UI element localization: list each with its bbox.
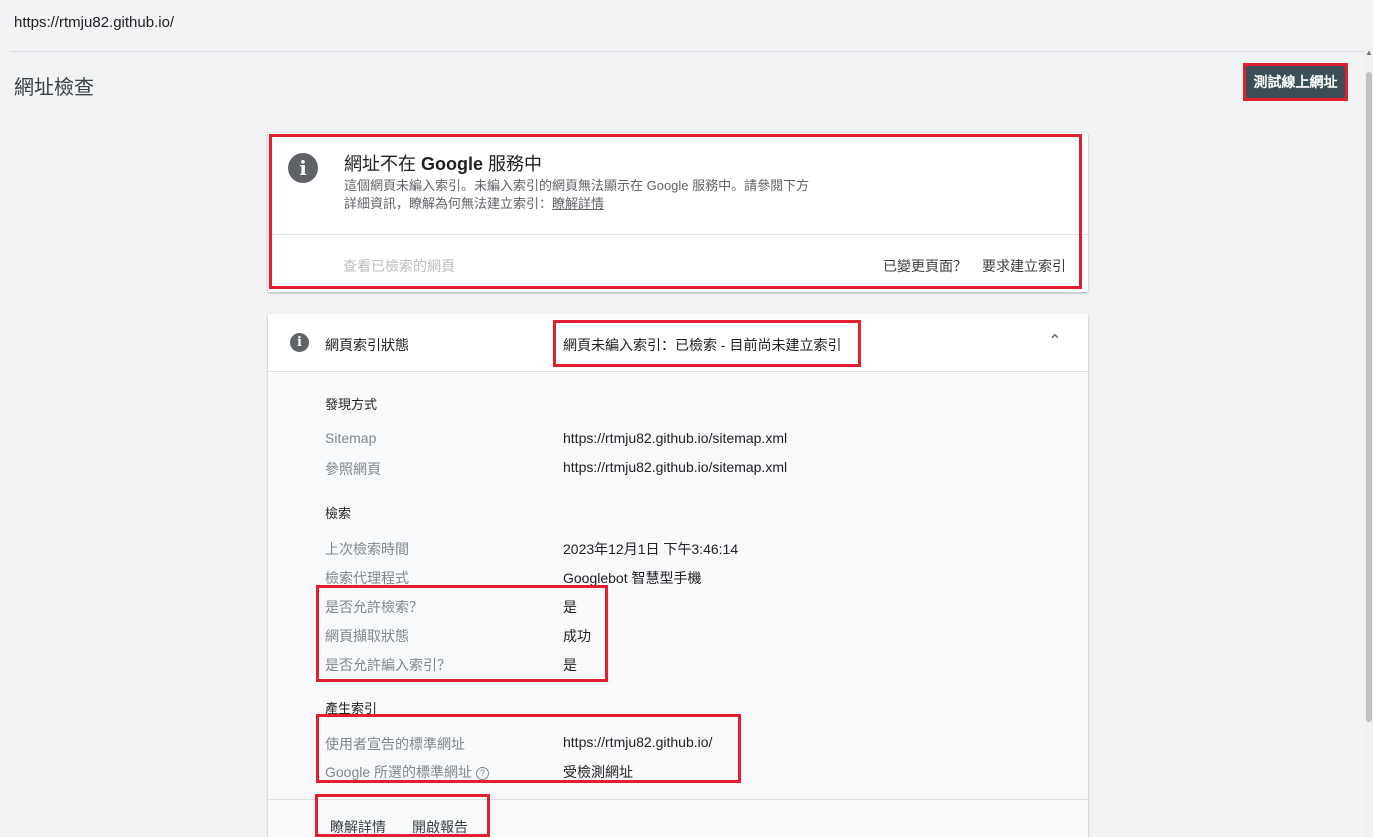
help-icon[interactable]: ? (476, 766, 490, 780)
discovery-section-title: 發現方式 (325, 397, 378, 412)
discovery-sitemap-label: Sitemap (325, 430, 377, 446)
indexing-section-title: 產生索引 (325, 701, 378, 716)
user-canonical-value: https://rtmju82.github.io/ (563, 734, 713, 750)
open-report-button[interactable]: 開啟報告 (412, 817, 468, 837)
summary-card: i 網址不在 Google 服務中 這個網頁未編入索引。未編入索引的網頁無法顯示… (268, 133, 1088, 292)
discovery-sitemap-value: https://rtmju82.github.io/sitemap.xml (563, 430, 788, 446)
index-status-header[interactable]: i 網頁索引狀態 網頁未編入索引：已檢索 - 目前尚未建立索引 ⌃ (268, 314, 1088, 372)
index-status-footer: 瞭解詳情 開啟報告 (268, 799, 1088, 837)
info-icon: i (288, 153, 318, 183)
last-crawl-value: 2023年12月1日 下午3:46:14 (563, 541, 739, 557)
crawl-allowed-value: 是 (563, 599, 577, 615)
changed-page-button[interactable]: 已變更頁面？ (883, 256, 967, 276)
page-fetch-label: 網頁擷取狀態 (325, 628, 409, 644)
crawl-section-title: 檢索 (325, 506, 352, 521)
scroll-up-arrow-icon[interactable]: ▲ (1365, 46, 1373, 60)
google-canonical-value: 受檢測網址 (563, 764, 633, 780)
page-fetch-value: 成功 (563, 628, 591, 644)
chevron-up-icon[interactable]: ⌃ (1046, 331, 1064, 350)
learn-more-link[interactable]: 瞭解詳情 (552, 196, 604, 211)
index-status-label: 網頁索引狀態 (325, 337, 409, 353)
address-bar: https://rtmju82.github.io/ (0, 0, 1373, 46)
test-live-url-button[interactable]: 測試線上網址 (1243, 63, 1348, 101)
discovery-referring-value: https://rtmju82.github.io/sitemap.xml (563, 459, 788, 475)
divider (10, 51, 1373, 52)
indexing-allowed-value: 是 (563, 657, 577, 673)
user-canonical-label: 使用者宣告的標準網址 (325, 736, 465, 752)
discovery-referring-label: 參照網頁 (325, 461, 381, 477)
google-canonical-label: Google 所選的標準網址? (325, 762, 490, 782)
crawl-allowed-label: 是否允許檢索？ (325, 599, 423, 615)
page-url[interactable]: https://rtmju82.github.io/ (14, 14, 174, 31)
crawled-as-value: Googlebot 智慧型手機 (563, 570, 702, 586)
index-status-card: i 網頁索引狀態 網頁未編入索引：已檢索 - 目前尚未建立索引 ⌃ 發現方式 S… (268, 314, 1088, 837)
info-icon: i (290, 333, 309, 352)
request-indexing-button[interactable]: 要求建立索引 (982, 256, 1066, 276)
index-status-value: 網頁未編入索引：已檢索 - 目前尚未建立索引 (563, 337, 842, 353)
scrollbar[interactable] (1365, 46, 1373, 837)
last-crawl-label: 上次檢索時間 (325, 541, 409, 557)
summary-title: 網址不在 Google 服務中 (344, 154, 543, 174)
learn-more-button[interactable]: 瞭解詳情 (330, 817, 386, 837)
page-title: 網址檢查 (14, 77, 94, 99)
indexing-allowed-label: 是否允許編入索引？ (325, 657, 451, 673)
crawled-as-label: 檢索代理程式 (325, 570, 409, 586)
divider (268, 234, 1088, 235)
view-crawled-page-button[interactable]: 查看已檢索的網頁 (343, 256, 455, 276)
summary-description: 這個網頁未編入索引。未編入索引的網頁無法顯示在 Google 服務中。請參閱下方… (344, 178, 810, 211)
index-status-details: 發現方式 Sitemap https://rtmju82.github.io/s… (268, 373, 1088, 799)
scrollbar-thumb[interactable] (1366, 72, 1372, 722)
